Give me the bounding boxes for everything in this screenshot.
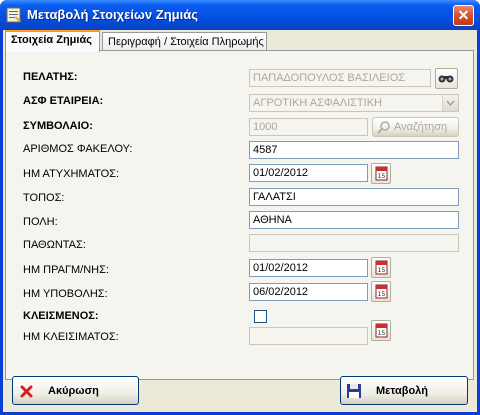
close-button[interactable]: ✕ (453, 5, 474, 26)
contract-field[interactable]: 1000 (249, 118, 368, 136)
tab-label: Περιγραφή / Στοιχεία Πληρωμής (108, 36, 264, 48)
calendar-day-text: 15 (378, 330, 386, 337)
file-number-label: ΑΡΙΘΜΟΣ ΦΑΚΕΛΟΥ: (23, 143, 133, 155)
exam-date-calendar-button[interactable]: 15 (371, 257, 391, 278)
calendar-day-text: 15 (378, 267, 386, 274)
calendar-icon: 15 (375, 260, 388, 275)
cancel-button-label: Ακύρωση (48, 385, 99, 397)
accident-date-label: ΗΜ ΑΤΥΧΗΜΑΤΟΣ: (23, 168, 120, 180)
submit-date-calendar-button[interactable]: 15 (371, 281, 391, 302)
save-button-label: Μεταβολή (376, 385, 429, 397)
company-select[interactable]: ΑΓΡΟΤΙΚΗ ΑΣΦΑΛΙΣΤΙΚΗ (249, 94, 459, 112)
cancel-button[interactable]: Ακύρωση (12, 376, 139, 405)
find-client-button[interactable] (435, 68, 458, 89)
calendar-day-text: 15 (378, 173, 386, 180)
search-button-label: Αναζήτηση (394, 121, 448, 133)
title-bar[interactable]: Μεταβολή Στοιχείων Ζημιάς ✕ (0, 0, 480, 30)
floppy-disk-icon (347, 384, 361, 398)
file-number-field[interactable]: 4587 (249, 141, 459, 159)
submit-date-field[interactable]: 06/02/2012 (249, 283, 368, 301)
exam-date-field[interactable]: 01/02/2012 (249, 259, 368, 277)
app-icon (6, 7, 21, 23)
accident-date-calendar-button[interactable]: 15 (371, 163, 391, 184)
city-label: ΠΟΛΗ: (23, 216, 58, 228)
closed-label: ΚΛΕΙΣΜΕΝΟΣ: (23, 310, 99, 322)
city-field[interactable]: ΑΘΗΝΑ (249, 211, 459, 229)
accident-date-field[interactable]: 01/02/2012 (249, 164, 368, 182)
calendar-icon: 15 (375, 323, 388, 338)
tab-claim-details[interactable]: Στοιχεία Ζημιάς (5, 30, 100, 52)
tab-panel: ΠΕΛΑΤΗΣ: ΠΑΠΑΔΟΠΟΥΛΟΣ ΒΑΣΙΛΕΙΟΣ ΑΣΦ ΕΤΑΙ… (5, 50, 474, 380)
dialog-body: Στοιχεία Ζημιάς Περιγραφή / Στοιχεία Πλη… (3, 30, 477, 412)
victim-label: ΠΑΘΩΝΤΑΣ: (23, 239, 86, 251)
tab-label: Στοιχεία Ζημιάς (11, 34, 92, 46)
close-date-field[interactable] (249, 327, 368, 345)
calendar-icon: 15 (375, 284, 388, 299)
chevron-down-icon (446, 100, 455, 107)
contract-label: ΣΥΜΒΟΛΑΙΟ: (23, 120, 93, 132)
client-field[interactable]: ΠΑΠΑΔΟΠΟΥΛΟΣ ΒΑΣΙΛΕΙΟΣ (249, 69, 431, 87)
company-select-value: ΑΓΡΟΤΙΚΗ ΑΣΦΑΛΙΣΤΙΚΗ (253, 97, 382, 109)
closed-checkbox[interactable] (254, 310, 267, 323)
exam-date-label: ΗΜ ΠΡΑΓΜ/ΝΗΣ: (23, 264, 109, 276)
victim-field[interactable] (249, 234, 459, 252)
binoculars-icon (438, 75, 454, 83)
search-contract-button[interactable]: Αναζήτηση (372, 117, 459, 137)
dropdown-arrow[interactable] (442, 95, 458, 111)
place-field[interactable]: ΓΑΛΑΤΣΙ (249, 188, 459, 206)
save-button[interactable]: Μεταβολή (340, 376, 468, 405)
close-date-label: ΗΜ ΚΛΕΙΣΙΜΑΤΟΣ: (23, 331, 119, 343)
calendar-day-text: 15 (378, 291, 386, 298)
search-icon (377, 121, 390, 134)
submit-date-label: ΗΜ ΥΠΟΒΟΛΗΣ: (23, 288, 108, 300)
dialog-window: Μεταβολή Στοιχείων Ζημιάς ✕ Στοιχεία Ζημ… (0, 0, 480, 415)
close-icon: ✕ (457, 7, 470, 23)
calendar-icon: 15 (375, 166, 388, 181)
tab-description-payment[interactable]: Περιγραφή / Στοιχεία Πληρωμής (102, 32, 267, 52)
cancel-x-icon (20, 385, 33, 398)
window-title: Μεταβολή Στοιχείων Ζημιάς (27, 7, 198, 22)
client-label: ΠΕΛΑΤΗΣ: (23, 71, 78, 83)
close-date-calendar-button[interactable]: 15 (371, 320, 391, 341)
place-label: ΤΟΠΟΣ: (23, 192, 65, 204)
company-label: ΑΣΦ ΕΤΑΙΡΕΙΑ: (23, 95, 104, 107)
